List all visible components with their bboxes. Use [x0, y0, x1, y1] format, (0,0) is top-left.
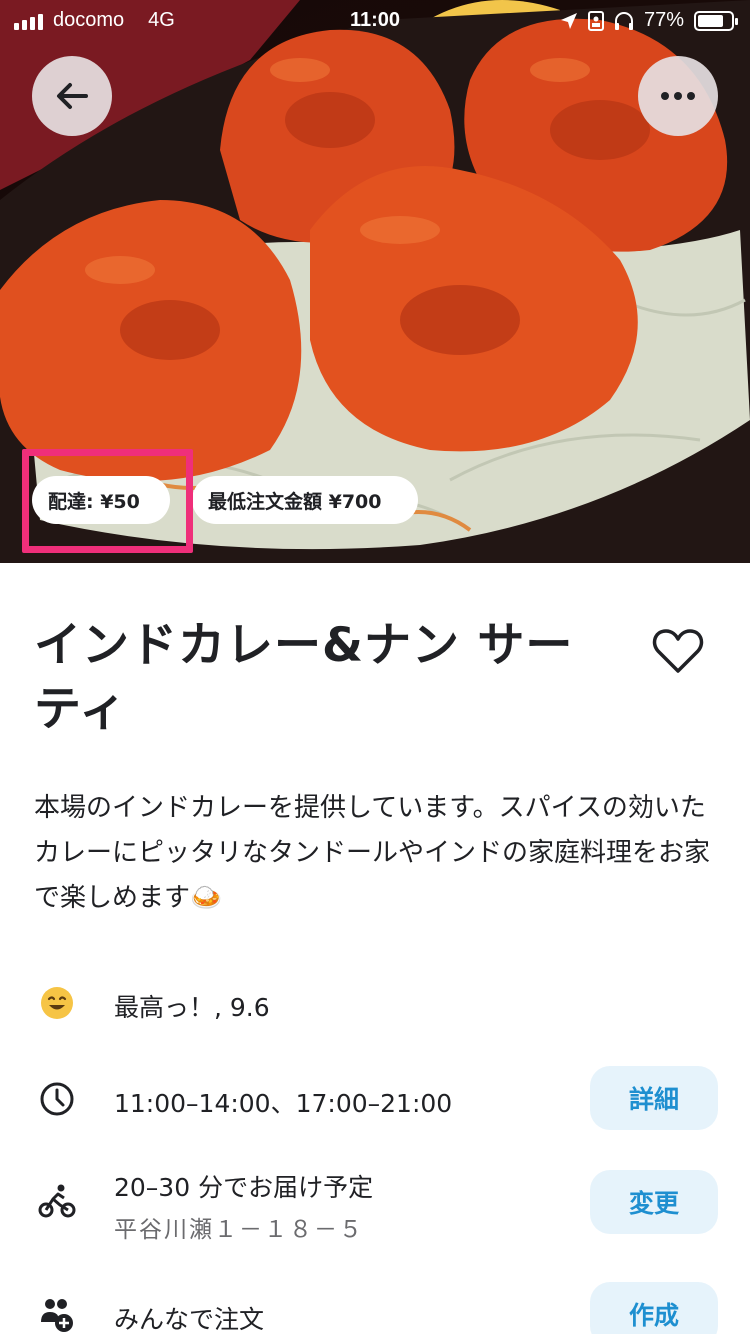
location-arrow-icon	[560, 12, 577, 29]
more-options-button[interactable]	[638, 56, 718, 136]
hours-text: 11:00–14:00、17:00–21:00	[114, 1089, 453, 1118]
hours-row: 11:00–14:00、17:00–21:00 詳細	[0, 1066, 750, 1132]
group-add-icon	[38, 1296, 76, 1334]
rating-text: 最高っ！, 9.6	[114, 993, 270, 1022]
cyclist-icon	[38, 1182, 76, 1220]
delivery-row: 20–30 分でお届け予定 平谷川瀬１－１８－５ 変更	[0, 1166, 750, 1246]
battery-icon	[694, 10, 738, 31]
group-order-row: みんなで注文 作成	[0, 1282, 750, 1334]
group-order-create-button[interactable]: 作成	[590, 1282, 718, 1334]
restaurant-description: 本場のインドカレーを提供しています。スパイスの効いたカレーにピッタリなタンドール…	[34, 793, 711, 913]
rating-row: 最高っ！, 9.6	[0, 980, 750, 1030]
back-arrow-icon	[57, 83, 88, 109]
more-dots-icon	[661, 92, 695, 100]
back-button[interactable]	[32, 56, 112, 136]
hours-details-button[interactable]: 詳細	[590, 1066, 718, 1130]
battery-percent: 77%	[643, 9, 684, 31]
status-bar: docomo 4G 11:00 77%	[0, 0, 750, 40]
status-right: 77%	[560, 9, 738, 32]
clock-icon	[38, 1080, 76, 1118]
hero-image: docomo 4G 11:00 77% 配達: ¥50 最低注文金額 ¥700	[0, 0, 750, 563]
smile-face-icon	[38, 984, 76, 1022]
delivery-change-button[interactable]: 変更	[590, 1170, 718, 1234]
delivery-address-text: 平谷川瀬１－１８－５	[114, 1217, 364, 1243]
delivery-fee-highlight-box	[22, 449, 193, 553]
headphones-icon	[614, 11, 633, 30]
screen-lock-icon	[587, 10, 604, 31]
group-order-text: みんなで注文	[114, 1305, 265, 1334]
restaurant-name: インドカレー&ナン サーティ	[34, 618, 574, 737]
heart-icon	[652, 629, 704, 673]
delivery-estimate-text: 20–30 分でお届け予定	[114, 1173, 374, 1202]
favorite-button[interactable]	[652, 627, 704, 675]
minimum-order-badge: 最低注文金額 ¥700	[192, 476, 418, 524]
